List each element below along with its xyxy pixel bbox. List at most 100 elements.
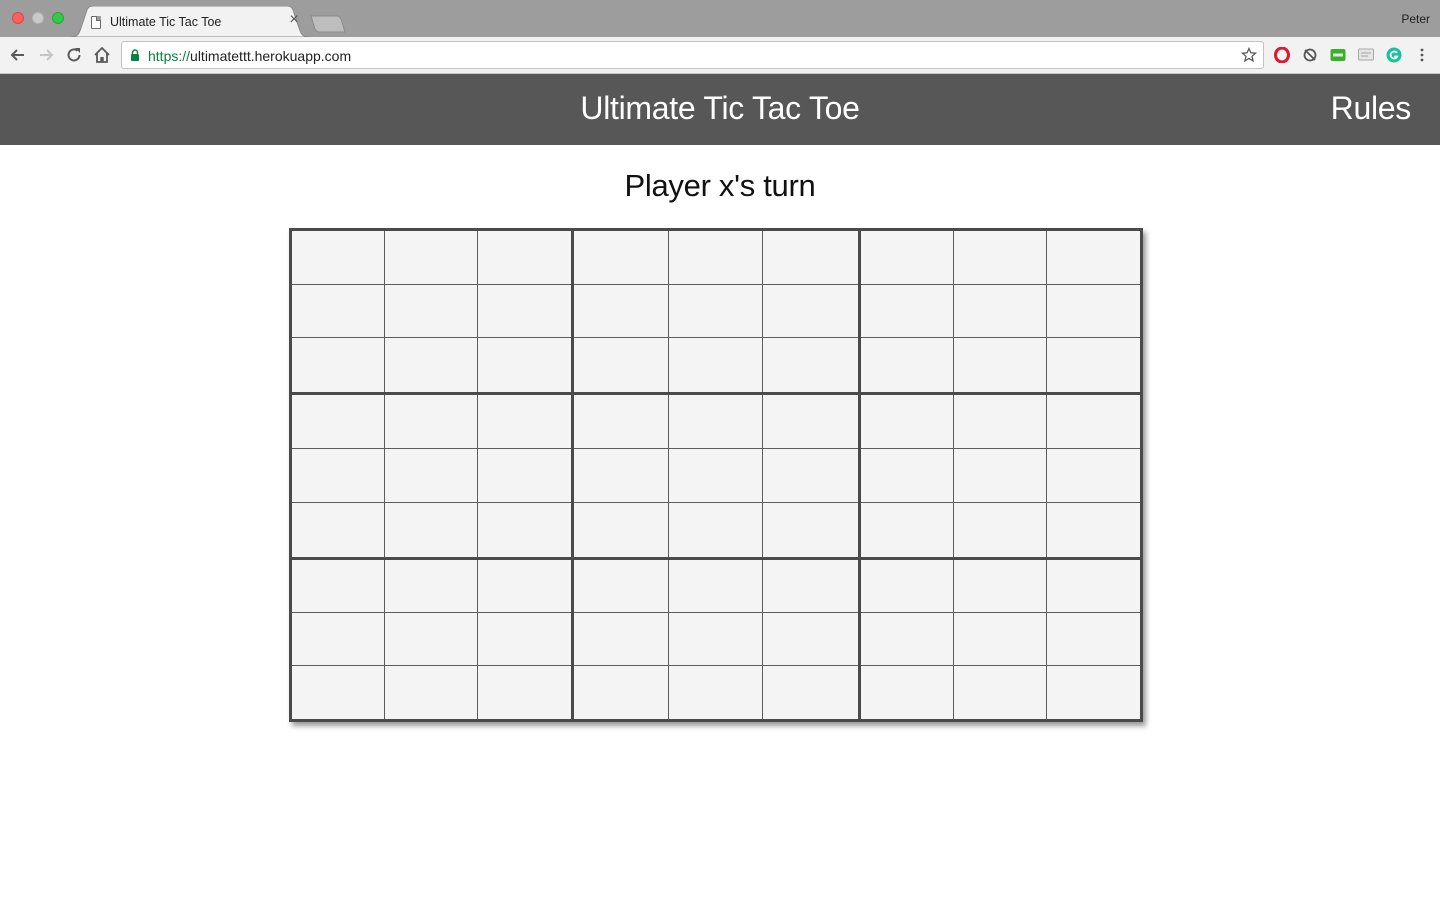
board-cell[interactable]	[954, 613, 1047, 666]
board-cell[interactable]	[574, 449, 669, 503]
board-cell[interactable]	[763, 560, 858, 613]
back-button[interactable]	[8, 45, 28, 65]
board-cell[interactable]	[292, 666, 385, 719]
board-cell[interactable]	[668, 613, 764, 666]
board-cell[interactable]	[1047, 449, 1140, 503]
board-cell[interactable]	[1047, 338, 1140, 392]
board-cell[interactable]	[292, 231, 385, 285]
board-cell[interactable]	[574, 338, 669, 392]
close-window-button[interactable]	[12, 12, 24, 24]
board-cell[interactable]	[668, 338, 764, 392]
menu-kebab-icon[interactable]	[1414, 47, 1430, 63]
board-cell[interactable]	[292, 338, 385, 392]
address-bar[interactable]: https://ultimatettt.herokuapp.com	[121, 41, 1264, 69]
board-cell[interactable]	[574, 503, 669, 557]
board-cell[interactable]	[954, 338, 1047, 392]
board-cell[interactable]	[292, 613, 385, 666]
url-text[interactable]: https://ultimatettt.herokuapp.com	[148, 48, 351, 64]
zoom-window-button[interactable]	[52, 12, 64, 24]
board-cell[interactable]	[763, 395, 858, 449]
board-cell[interactable]	[668, 666, 764, 719]
board-cell[interactable]	[1047, 613, 1140, 666]
board-cell[interactable]	[954, 231, 1047, 285]
board-cell[interactable]	[763, 449, 858, 503]
board-cell[interactable]	[861, 503, 954, 557]
sync-extension-icon[interactable]	[1302, 47, 1318, 63]
board-cell[interactable]	[574, 395, 669, 449]
board-cell[interactable]	[861, 449, 954, 503]
board-cell[interactable]	[385, 449, 478, 503]
board-cell[interactable]	[668, 284, 764, 339]
rss-extension-icon[interactable]	[1358, 47, 1374, 63]
board-cell[interactable]	[1047, 503, 1140, 557]
home-button[interactable]	[92, 45, 112, 65]
board-cell[interactable]	[292, 560, 385, 613]
board-cell[interactable]	[954, 284, 1047, 339]
board-cell[interactable]	[478, 284, 571, 339]
board-cell[interactable]	[668, 231, 764, 285]
board-cell[interactable]	[668, 503, 764, 557]
board-cell[interactable]	[478, 503, 571, 557]
board-cell[interactable]	[668, 449, 764, 503]
board-cell[interactable]	[861, 613, 954, 666]
board-cell[interactable]	[292, 284, 385, 339]
board-cell[interactable]	[478, 560, 571, 613]
board-cell[interactable]	[763, 284, 858, 339]
board-cell[interactable]	[861, 284, 954, 339]
board-cell[interactable]	[1047, 231, 1140, 285]
board-cell[interactable]	[668, 560, 764, 613]
board-cell[interactable]	[1047, 395, 1140, 449]
board-cell[interactable]	[861, 395, 954, 449]
board-cell[interactable]	[1047, 560, 1140, 613]
board-cell[interactable]	[574, 666, 669, 719]
board-cell[interactable]	[292, 449, 385, 503]
board-cell[interactable]	[574, 231, 669, 285]
board-cell[interactable]	[385, 613, 478, 666]
board-cell[interactable]	[763, 613, 858, 666]
board-cell[interactable]	[1047, 284, 1140, 339]
board-cell[interactable]	[763, 666, 858, 719]
opera-extension-icon[interactable]	[1274, 47, 1290, 63]
rules-link[interactable]: Rules	[1331, 90, 1412, 127]
forward-button[interactable]	[36, 45, 56, 65]
board-cell[interactable]	[385, 338, 478, 392]
board-cell[interactable]	[478, 613, 571, 666]
close-tab-icon[interactable]: ×	[286, 12, 302, 28]
board-cell[interactable]	[861, 560, 954, 613]
board-cell[interactable]	[385, 503, 478, 557]
reload-button[interactable]	[64, 45, 84, 65]
board-cell[interactable]	[574, 284, 669, 339]
board-cell[interactable]	[668, 395, 764, 449]
board-cell[interactable]	[954, 449, 1047, 503]
board-cell[interactable]	[954, 560, 1047, 613]
board-cell[interactable]	[954, 395, 1047, 449]
board-cell[interactable]	[861, 231, 954, 285]
browser-tab[interactable]: Ultimate Tic Tac Toe ×	[70, 6, 310, 37]
board-cell[interactable]	[478, 338, 571, 392]
board-cell[interactable]	[954, 503, 1047, 557]
board-cell[interactable]	[385, 560, 478, 613]
board-cell[interactable]	[954, 666, 1047, 719]
board-cell[interactable]	[478, 666, 571, 719]
board-cell[interactable]	[861, 338, 954, 392]
cors-extension-icon[interactable]	[1330, 47, 1346, 63]
board-cell[interactable]	[574, 560, 669, 613]
board-cell[interactable]	[385, 666, 478, 719]
board-cell[interactable]	[574, 613, 669, 666]
board-cell[interactable]	[763, 338, 858, 392]
board-cell[interactable]	[763, 503, 858, 557]
new-tab-button[interactable]	[310, 14, 346, 34]
profile-name[interactable]: Peter	[1401, 12, 1430, 26]
minimize-window-button[interactable]	[32, 12, 44, 24]
bookmark-star-icon[interactable]	[1241, 47, 1257, 63]
board-cell[interactable]	[478, 395, 571, 449]
board-cell[interactable]	[385, 231, 478, 285]
board-cell[interactable]	[385, 395, 478, 449]
board-cell[interactable]	[763, 231, 858, 285]
grammarly-extension-icon[interactable]	[1386, 47, 1402, 63]
board-cell[interactable]	[385, 284, 478, 339]
board-cell[interactable]	[1047, 666, 1140, 719]
board-cell[interactable]	[292, 395, 385, 449]
board-cell[interactable]	[861, 666, 954, 719]
board-cell[interactable]	[478, 231, 571, 285]
